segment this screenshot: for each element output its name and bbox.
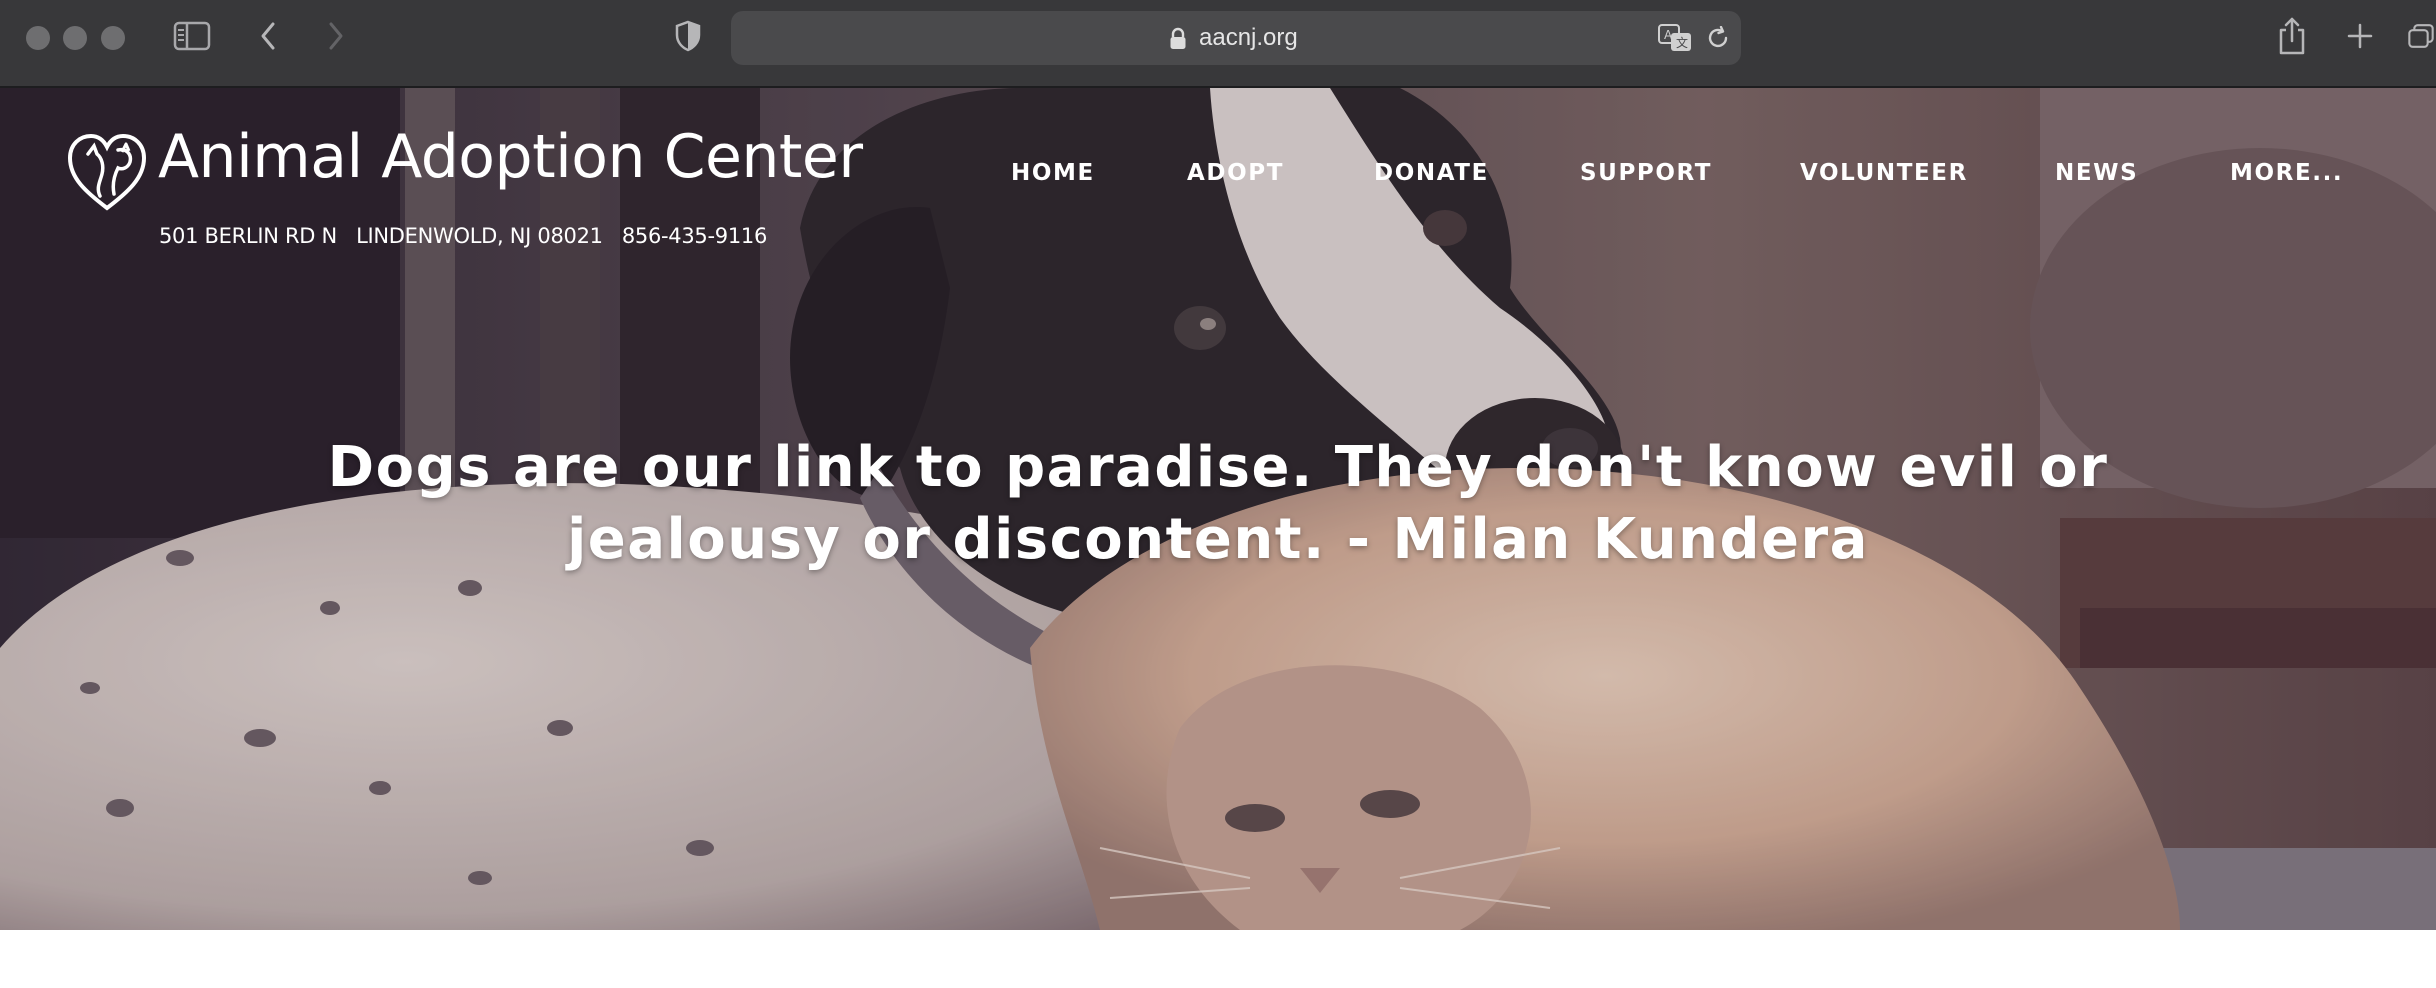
chevron-right-icon: [329, 22, 343, 50]
page-content-area: [0, 930, 2436, 988]
nav-item-support[interactable]: SUPPORT: [1580, 160, 1712, 186]
tabs-icon: [2408, 24, 2434, 48]
minimize-window-button[interactable]: [63, 26, 87, 50]
plus-icon: [2347, 23, 2373, 49]
zoom-window-button[interactable]: [101, 26, 125, 50]
close-window-button[interactable]: [26, 26, 50, 50]
nav-item-donate[interactable]: DONATE: [1374, 160, 1489, 186]
logo-address: 501 BERLIN RD N LINDENWOLD, NJ 08021 856…: [159, 224, 768, 248]
nav-item-home[interactable]: HOME: [1011, 160, 1095, 186]
share-icon: [2279, 17, 2305, 55]
nav-item-more[interactable]: MORE...: [2230, 160, 2343, 186]
translate-icon: A 文: [1658, 24, 1691, 51]
nav-item-volunteer[interactable]: VOLUNTEER: [1800, 160, 1968, 186]
new-tab-button[interactable]: [2342, 18, 2378, 54]
svg-text:文: 文: [1676, 35, 1688, 50]
tab-overview-button[interactable]: [2406, 18, 2436, 54]
lock-icon: [1170, 27, 1186, 49]
browser-toolbar: aacnj.org A 文: [0, 0, 2436, 88]
sidebar-toggle-button[interactable]: [172, 18, 212, 54]
url-text: aacnj.org: [1199, 24, 1298, 51]
reload-icon: [1708, 26, 1728, 48]
nav-item-adopt[interactable]: ADOPT: [1187, 160, 1284, 186]
sidebar-icon: [173, 21, 211, 51]
back-button[interactable]: [252, 18, 284, 54]
share-button[interactable]: [2274, 14, 2310, 58]
reload-button[interactable]: [1703, 23, 1733, 53]
shield-icon: [675, 20, 701, 52]
chevron-left-icon: [261, 22, 275, 50]
forward-button[interactable]: [320, 18, 352, 54]
address-bar[interactable]: aacnj.org A 文: [731, 11, 1741, 65]
translate-button[interactable]: A 文: [1657, 21, 1693, 55]
hero-quote: Dogs are our link to paradise. They don'…: [327, 435, 2109, 572]
hero-section: Animal Adoption Center 501 BERLIN RD N L…: [0, 88, 2436, 930]
main-navigation: HOME ADOPT DONATE SUPPORT VOLUNTEER NEWS…: [0, 160, 2436, 200]
privacy-report-button[interactable]: [672, 18, 704, 54]
nav-item-news[interactable]: NEWS: [2055, 160, 2138, 186]
